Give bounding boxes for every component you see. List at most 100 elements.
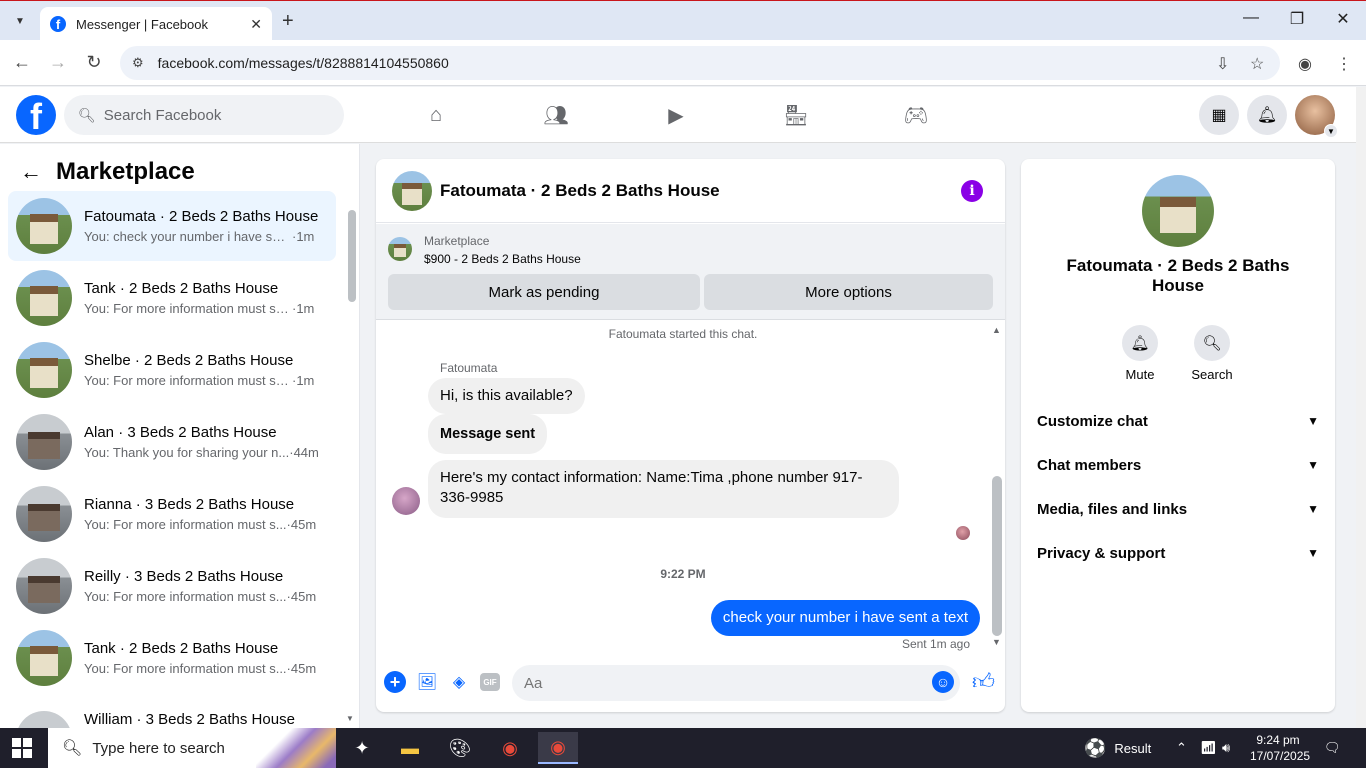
account-avatar[interactable]: ▼ xyxy=(1295,95,1338,138)
plus-icon[interactable]: + xyxy=(384,671,406,693)
file-explorer-icon[interactable]: ▬ xyxy=(390,732,430,764)
gif-icon[interactable]: GIF xyxy=(480,673,500,691)
tab-search-button[interactable]: ▼ xyxy=(8,9,32,33)
chat-title[interactable]: Fatoumata · 2 Beds 2 Baths House xyxy=(440,181,961,201)
mark-as-pending-button[interactable]: Mark as pending xyxy=(388,274,700,310)
windows-start-icon[interactable] xyxy=(12,738,32,758)
conversation-time: ·1m xyxy=(292,229,315,244)
conversation-list-scrollbar[interactable]: ▼ xyxy=(344,202,356,728)
section-chat-members[interactable]: Chat members ▼ xyxy=(1037,445,1319,485)
home-icon[interactable]: ⌂ xyxy=(416,101,456,129)
show-hidden-icons-icon[interactable]: ⌃ xyxy=(1176,728,1187,768)
copilot-icon[interactable]: ✦ xyxy=(342,732,382,764)
incoming-message[interactable]: Here's my contact information: Name:Tima… xyxy=(428,460,899,518)
conversation-preview: You: For more information must se... xyxy=(84,373,292,388)
chat-panel: Fatoumata · 2 Beds 2 Baths House i Marke… xyxy=(376,159,1005,712)
site-info-icon[interactable]: ⚙ xyxy=(132,55,144,71)
video-icon[interactable]: ▶ xyxy=(656,101,696,129)
result-icon: ⚽ xyxy=(1084,737,1107,758)
section-customize-chat[interactable]: Customize chat ▼ xyxy=(1037,401,1319,441)
conversation-item[interactable]: Reilly · 3 Beds 2 Baths House You: For m… xyxy=(8,551,336,621)
chat-started-notice: Fatoumata started this chat. xyxy=(608,327,758,341)
chrome-icon[interactable]: ◉ xyxy=(490,732,530,764)
bookmark-star-icon[interactable]: ☆ xyxy=(1250,54,1264,74)
forward-button[interactable]: → xyxy=(46,52,70,73)
section-label: Chat members xyxy=(1037,456,1142,474)
gaming-icon[interactable]: 🎮︎ xyxy=(896,101,936,129)
conversation-item[interactable]: Rianna · 3 Beds 2 Baths House You: For m… xyxy=(8,479,336,549)
sticker-icon[interactable]: ◈ xyxy=(448,671,470,693)
conversation-avatar xyxy=(16,198,72,254)
volume-icon[interactable]: 🔊︎ xyxy=(1222,728,1230,768)
sender-avatar[interactable] xyxy=(392,487,420,515)
scrollbar-thumb[interactable] xyxy=(992,476,1002,636)
url-text: facebook.com/messages/t/8288814104550860 xyxy=(157,55,449,71)
section-media-files-links[interactable]: Media, files and links ▼ xyxy=(1037,489,1319,529)
section-privacy-support[interactable]: Privacy & support ▼ xyxy=(1037,533,1319,573)
friends-icon[interactable]: 👥︎ xyxy=(536,101,576,129)
tab-close-icon[interactable]: ✕ xyxy=(250,16,262,33)
scroll-up-arrow-icon[interactable]: ▲ xyxy=(992,325,1001,335)
contact-name: Fatoumata · 2 Beds 2 Baths House xyxy=(1066,256,1290,295)
message-input[interactable] xyxy=(512,665,960,701)
listing-title[interactable]: $900 - 2 Beds 2 Baths House xyxy=(424,252,581,266)
emoji-icon[interactable]: ☺ xyxy=(932,671,954,693)
page-scrollbar[interactable] xyxy=(1356,87,1366,728)
thumbs-up-icon[interactable]: 👍︎ xyxy=(972,668,995,695)
marketplace-icon[interactable]: 🏪︎ xyxy=(776,101,816,129)
marketplace-header: ← Marketplace xyxy=(20,158,195,186)
search-action[interactable]: 🔍︎ Search xyxy=(1182,325,1242,382)
scroll-down-arrow-icon[interactable]: ▼ xyxy=(992,637,1001,647)
paint-icon[interactable]: 🎨︎ xyxy=(440,732,480,764)
result-widget[interactable]: ⚽ Result xyxy=(1084,728,1151,768)
scroll-down-arrow-icon[interactable]: ▼ xyxy=(346,714,354,723)
bell-icon[interactable]: 🔔︎ xyxy=(1122,325,1158,361)
search-icon[interactable]: 🔍︎ xyxy=(1194,325,1230,361)
facebook-logo-icon[interactable]: f xyxy=(16,95,56,135)
incoming-message[interactable]: Message sent xyxy=(428,414,548,454)
install-app-icon[interactable]: ⇩ xyxy=(1216,54,1229,74)
conversation-item[interactable]: William · 3 Beds 2 Baths House xyxy=(8,695,336,728)
chat-avatar[interactable] xyxy=(392,170,432,211)
incoming-message[interactable]: Hi, is this available? xyxy=(428,378,585,414)
taskbar-clock[interactable]: 9:24 pm 17/07/2025 xyxy=(1250,732,1310,764)
notifications-bell-icon[interactable]: 🔔︎ xyxy=(1247,95,1287,135)
window-close-button[interactable]: ✕ xyxy=(1328,9,1358,29)
conversation-time: ·44m xyxy=(289,445,319,460)
conversation-item[interactable]: Tank · 2 Beds 2 Baths House You: For mor… xyxy=(8,263,336,333)
back-arrow-icon[interactable]: ← xyxy=(20,159,42,185)
browser-tab[interactable]: f Messenger | Facebook ✕ xyxy=(40,7,272,41)
chevron-down-icon: ▼ xyxy=(1307,502,1319,516)
url-bar[interactable]: ⚙ facebook.com/messages/t/82888141045508… xyxy=(120,46,1280,80)
network-icon[interactable]: 📶︎ xyxy=(1200,728,1217,768)
minimize-button[interactable]: — xyxy=(1236,9,1266,27)
profile-icon[interactable]: ◉ xyxy=(1298,54,1312,74)
restore-button[interactable]: ❐ xyxy=(1282,9,1312,29)
conversation-item[interactable]: Tank · 2 Beds 2 Baths House You: For mor… xyxy=(8,623,336,693)
conversation-item[interactable]: Fatoumata · 2 Beds 2 Baths House You: ch… xyxy=(8,191,336,261)
info-icon[interactable]: i xyxy=(961,179,983,202)
new-tab-button[interactable]: + xyxy=(282,10,294,33)
menu-grid-icon[interactable]: ▦ xyxy=(1199,95,1239,135)
taskbar-search-box[interactable]: 🔍︎ Type here to search xyxy=(48,728,336,768)
contact-avatar[interactable] xyxy=(1142,175,1214,247)
facebook-search-input[interactable]: 🔍︎ Search Facebook xyxy=(64,95,344,135)
more-options-button[interactable]: More options xyxy=(704,274,993,310)
mute-action[interactable]: 🔔︎ Mute xyxy=(1110,325,1170,382)
back-button[interactable]: ← xyxy=(10,52,34,73)
facebook-header: f 🔍︎ Search Facebook ⌂ 👥︎ ▶ 🏪︎ 🎮︎ ▦ 🔔︎ ▼ xyxy=(0,87,1356,143)
scrollbar-thumb[interactable] xyxy=(348,210,356,302)
outgoing-message[interactable]: check your number i have sent a text xyxy=(710,600,980,636)
listing-thumbnail[interactable] xyxy=(388,237,412,261)
conversation-item[interactable]: Shelbe · 2 Beds 2 Baths House You: For m… xyxy=(8,335,336,405)
conversation-preview: You: For more information must se... xyxy=(84,301,292,316)
chrome-active-icon[interactable]: ◉ xyxy=(538,732,578,764)
chat-scrollbar[interactable]: ▲ ▼ xyxy=(989,321,1005,651)
time-separator: 9:22 PM xyxy=(660,567,706,581)
reload-button[interactable]: ↻ xyxy=(82,52,106,73)
conversation-item[interactable]: Alan · 3 Beds 2 Baths House You: Thank y… xyxy=(8,407,336,477)
conversation-avatar xyxy=(16,558,72,614)
browser-menu-icon[interactable]: ⋮ xyxy=(1336,54,1352,74)
notification-center-icon[interactable]: 🗨︎ xyxy=(1324,728,1341,768)
photo-icon[interactable]: 🖼︎ xyxy=(416,671,438,693)
